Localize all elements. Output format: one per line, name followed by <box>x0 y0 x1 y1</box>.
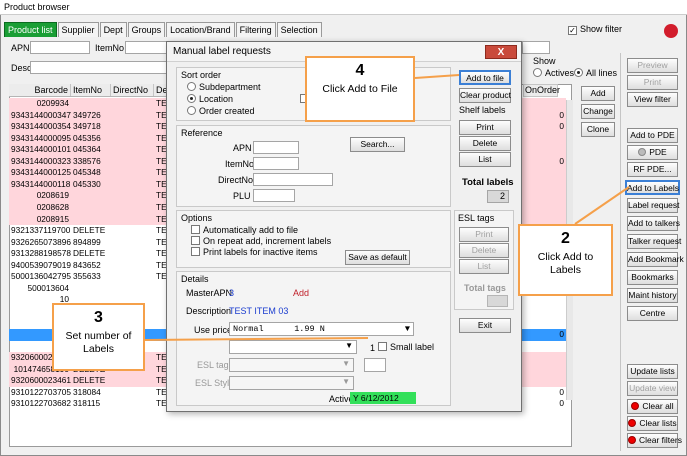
callout-3-number: 3 <box>94 309 103 326</box>
callout-4-number: 4 <box>355 62 365 79</box>
callout-3-text: Set number of Labels <box>65 330 132 355</box>
callout-step-4: 4 Click Add to File <box>305 56 415 122</box>
callout-4-text: Click Add to File <box>322 83 398 95</box>
callout-step-2: 2 Click Add to Labels <box>518 224 613 296</box>
callout-2-pointer <box>574 186 630 225</box>
callout-2-number: 2 <box>561 230 570 247</box>
callout-3-pointer <box>144 337 369 341</box>
callout-step-3: 3 Set number of Labels <box>52 303 145 371</box>
callout-4-pointer <box>414 74 460 79</box>
callout-2-text: Click Add to Labels <box>537 251 594 276</box>
